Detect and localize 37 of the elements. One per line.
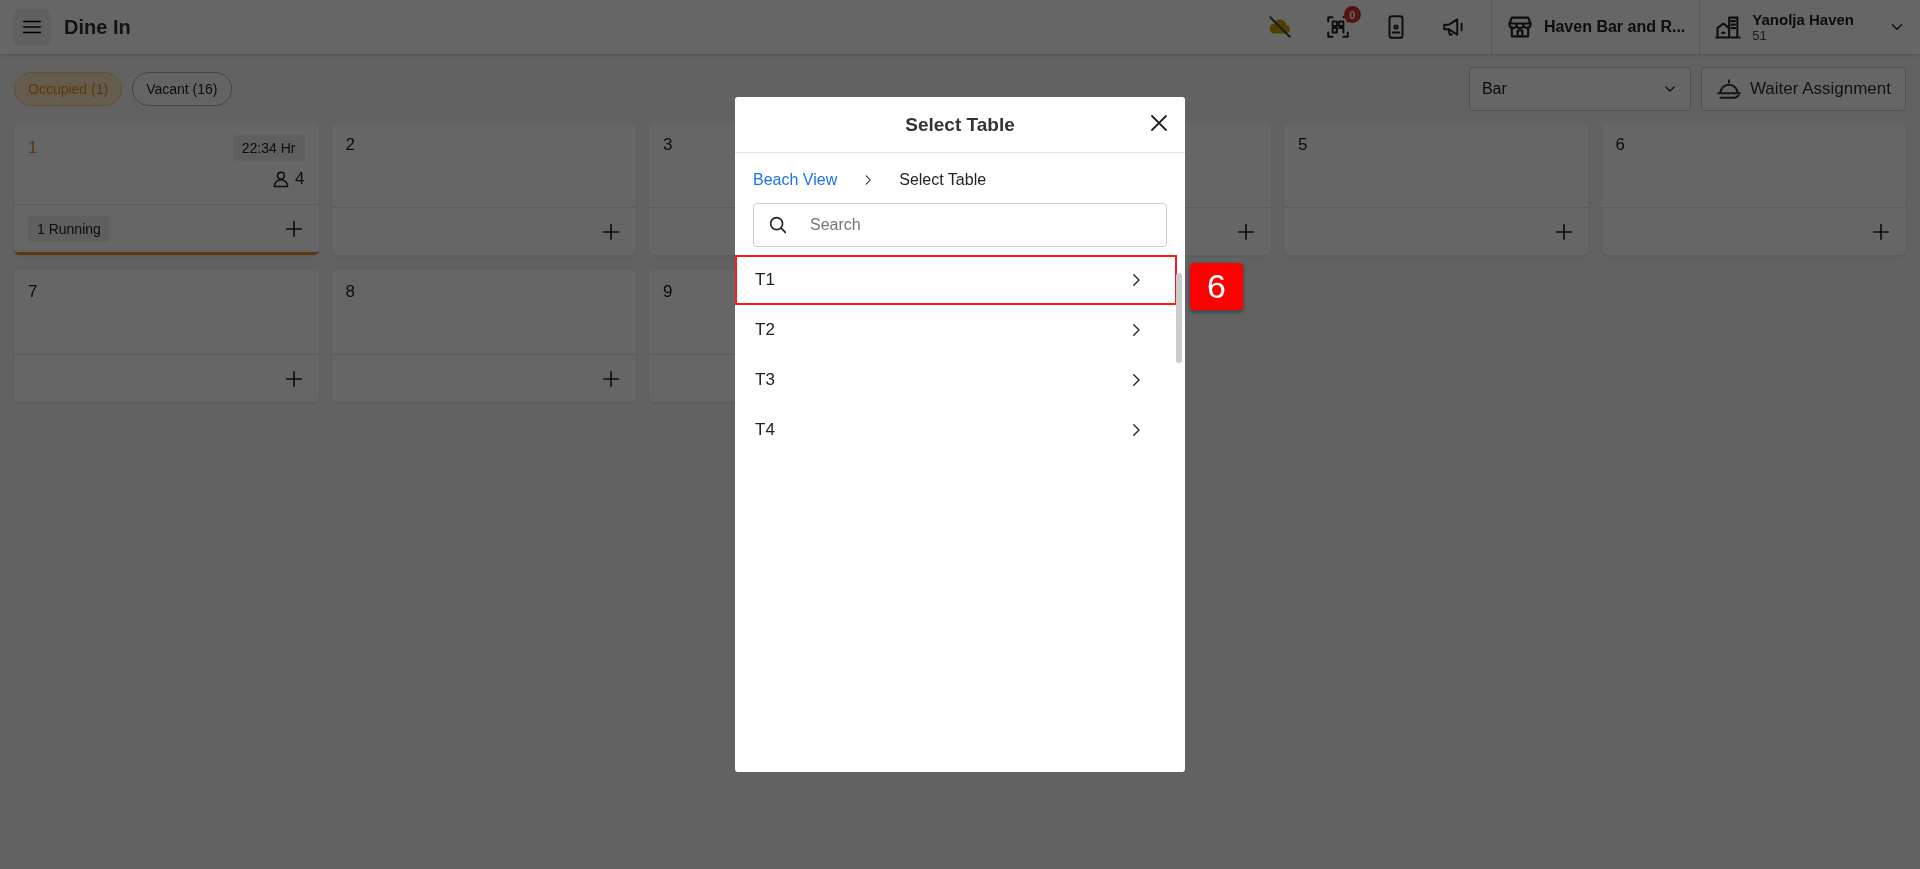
table-number: 9	[663, 282, 673, 302]
table-number: 1	[28, 138, 38, 158]
table-card[interactable]: 7	[14, 270, 319, 402]
table-list-item[interactable]: T1	[735, 255, 1177, 305]
table-card[interactable]: 5	[1284, 123, 1589, 255]
property-code: 51	[1752, 28, 1768, 43]
property-name: Yanolja Haven	[1752, 11, 1854, 28]
table-number: 6	[1615, 135, 1625, 155]
table-number: 5	[1298, 135, 1308, 155]
elapsed-time: 22:34 Hr	[232, 135, 305, 161]
table-card[interactable]: 8	[331, 270, 636, 402]
guest-count: 4	[295, 169, 305, 189]
menu-button[interactable]	[14, 9, 50, 45]
step-badge: 6	[1190, 263, 1243, 310]
table-list-item[interactable]: T4	[735, 405, 1177, 455]
table-list-item[interactable]: T3	[735, 355, 1177, 405]
search-field[interactable]: Search	[753, 203, 1167, 247]
breadcrumb-current: Select Table	[899, 171, 987, 189]
outlet-name[interactable]: Haven Bar and R...	[1543, 18, 1686, 36]
table-card[interactable]: 1 22:34 Hr 4 1 Running	[14, 123, 319, 255]
table-card[interactable]: 6	[1601, 123, 1906, 255]
dialog-title: Select Table	[905, 113, 1015, 136]
cloud-off-icon	[1266, 14, 1293, 40]
table-number: 8	[345, 282, 355, 302]
waiter-assignment-button[interactable]: Waiter Assignment	[1700, 67, 1906, 111]
breadcrumb-link[interactable]: Beach View	[753, 171, 838, 189]
table-number: 2	[345, 135, 355, 155]
table-number: 3	[663, 135, 673, 155]
qr-code-icon	[1324, 14, 1351, 40]
filter-chip[interactable]: Vacant (16)	[132, 72, 232, 106]
notification-badge: 0	[1343, 6, 1361, 23]
table-card[interactable]: 2	[331, 123, 636, 255]
table-list-item[interactable]: T2	[735, 305, 1177, 355]
page-title: Dine In	[64, 15, 131, 39]
area-select[interactable]: Bar	[1468, 67, 1691, 111]
table-number: 7	[28, 282, 38, 302]
order-status: 1 Running	[28, 215, 110, 242]
